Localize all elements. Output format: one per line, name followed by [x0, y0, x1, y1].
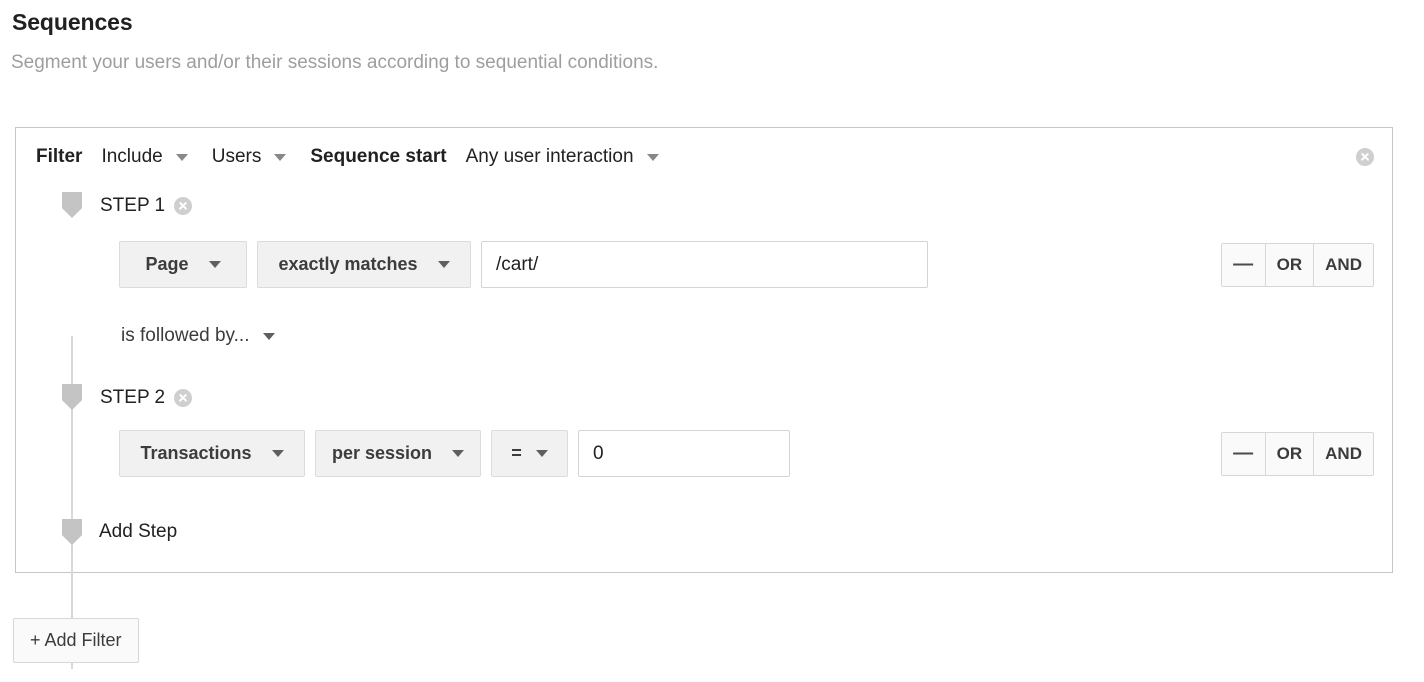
step-2-condition-row: Transactions per session = — OR AND: [119, 430, 1378, 477]
step-2-label: STEP 2: [100, 387, 166, 408]
filter-label: Filter: [36, 146, 83, 167]
step-2-dimension-value: Transactions: [140, 443, 252, 463]
step-1-header: STEP 1: [100, 195, 193, 217]
step-pin-icon: [62, 384, 82, 410]
chevron-down-icon: [271, 450, 284, 457]
chevron-down-icon: [646, 153, 659, 161]
step-1-dimension-value: Page: [145, 254, 189, 274]
step-2-row-actions: — OR AND: [1220, 431, 1374, 476]
step-1-or-button[interactable]: OR: [1265, 243, 1315, 286]
step-1-and-button[interactable]: AND: [1314, 243, 1373, 286]
page-subtitle: Segment your users and/or their sessions…: [11, 52, 659, 73]
remove-step-1-icon[interactable]: [174, 197, 193, 215]
step-pin-icon: [62, 192, 82, 218]
page-title: Sequences: [12, 9, 133, 35]
step-1-operator-value: exactly matches: [278, 254, 418, 274]
step-2-value-input[interactable]: [578, 430, 791, 477]
add-filter-button[interactable]: + Add Filter: [13, 618, 139, 663]
chevron-down-icon: [535, 450, 548, 457]
step-2-header: STEP 2: [100, 387, 193, 409]
step-1-value-input[interactable]: [481, 241, 928, 288]
chevron-down-icon: [175, 153, 188, 161]
chevron-down-icon: [263, 332, 276, 340]
step-2-comparator-dropdown[interactable]: =: [491, 430, 569, 477]
include-exclude-value: Include: [101, 146, 163, 167]
chevron-down-icon: [452, 450, 465, 457]
sequence-start-dropdown[interactable]: Any user interaction: [466, 146, 659, 168]
step-connector-dropdown[interactable]: is followed by...: [121, 325, 276, 347]
chevron-down-icon: [437, 261, 450, 268]
add-step-pin-icon: [62, 519, 82, 545]
chevron-down-icon: [274, 153, 287, 161]
sequence-start-label: Sequence start: [310, 146, 447, 167]
step-1-remove-condition-button[interactable]: —: [1221, 243, 1266, 286]
step-1-row-actions: — OR AND: [1220, 242, 1374, 287]
step-2-or-button[interactable]: OR: [1265, 432, 1315, 475]
filter-panel: Filter Include Users Sequence start Any …: [15, 127, 1393, 669]
step-1-condition-row: Page exactly matches — OR AND: [119, 241, 1378, 288]
sequence-start-value: Any user interaction: [465, 146, 634, 167]
users-sessions-dropdown[interactable]: Users: [212, 146, 287, 168]
include-exclude-dropdown[interactable]: Include: [101, 146, 188, 168]
step-2-scope-value: per session: [332, 443, 433, 463]
step-connector-value: is followed by...: [121, 325, 250, 346]
step-2-scope-dropdown[interactable]: per session: [315, 430, 482, 477]
users-sessions-value: Users: [211, 146, 262, 167]
remove-step-2-icon[interactable]: [174, 389, 193, 407]
step-1-operator-dropdown[interactable]: exactly matches: [257, 241, 471, 288]
remove-filter-icon[interactable]: [1356, 148, 1374, 166]
step-2-comparator-value: =: [511, 443, 522, 463]
step-2-dimension-dropdown[interactable]: Transactions: [119, 430, 305, 477]
step-1-dimension-dropdown[interactable]: Page: [119, 241, 247, 288]
step-1-label: STEP 1: [100, 195, 166, 216]
add-step-button[interactable]: Add Step: [99, 521, 177, 543]
step-2-and-button[interactable]: AND: [1314, 432, 1373, 475]
step-2-remove-condition-button[interactable]: —: [1221, 432, 1266, 475]
chevron-down-icon: [208, 261, 221, 268]
filter-header-row: Filter Include Users Sequence start Any …: [16, 128, 1392, 186]
